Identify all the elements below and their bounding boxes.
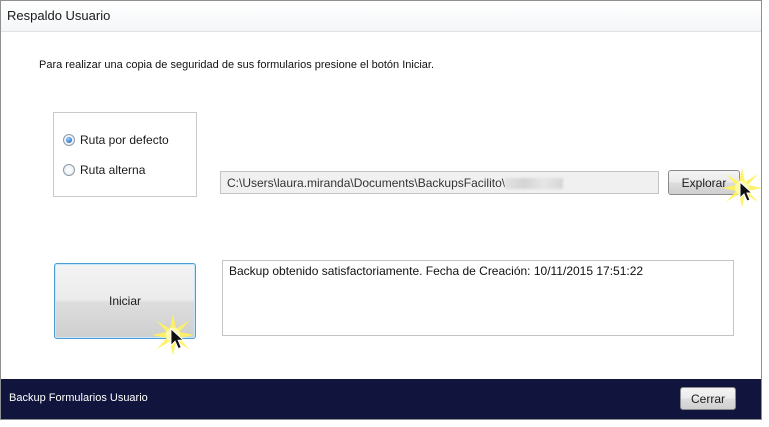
title-bar: Respaldo Usuario: [1, 1, 761, 32]
radio-default-route[interactable]: Ruta por defecto: [63, 133, 169, 147]
redacted-path-segment: [505, 178, 564, 190]
backup-path-field[interactable]: C:\Users\laura.miranda\Documents\Backups…: [220, 171, 659, 194]
footer-bar: Backup Formularios Usuario Cerrar: [1, 379, 761, 419]
radio-alternate-route[interactable]: Ruta alterna: [63, 163, 145, 177]
footer-label: Backup Formularios Usuario: [9, 392, 148, 404]
radio-default-route-control[interactable]: [63, 134, 75, 146]
backup-window: Respaldo Usuario Para realizar una copia…: [0, 0, 762, 420]
start-button[interactable]: Iniciar: [54, 263, 196, 339]
radio-alternate-route-label: Ruta alterna: [80, 163, 146, 177]
window-title: Respaldo Usuario: [7, 8, 111, 23]
radio-alternate-route-control[interactable]: [63, 164, 75, 176]
browse-button-label: Explorar: [681, 175, 727, 190]
status-message-box: Backup obtenido satisfactoriamente. Fech…: [222, 260, 734, 336]
backup-path-text: C:\Users\laura.miranda\Documents\Backups…: [227, 176, 506, 190]
close-button[interactable]: Cerrar: [680, 387, 736, 410]
browse-button[interactable]: Explorar: [668, 170, 740, 195]
close-button-label: Cerrar: [690, 391, 725, 406]
start-button-label: Iniciar: [108, 294, 141, 308]
instruction-text: Para realizar una copia de seguridad de …: [39, 59, 435, 71]
status-message-text: Backup obtenido satisfactoriamente. Fech…: [229, 264, 644, 278]
radio-default-route-label: Ruta por defecto: [80, 133, 169, 147]
route-option-group: Ruta por defecto Ruta alterna: [53, 112, 197, 197]
